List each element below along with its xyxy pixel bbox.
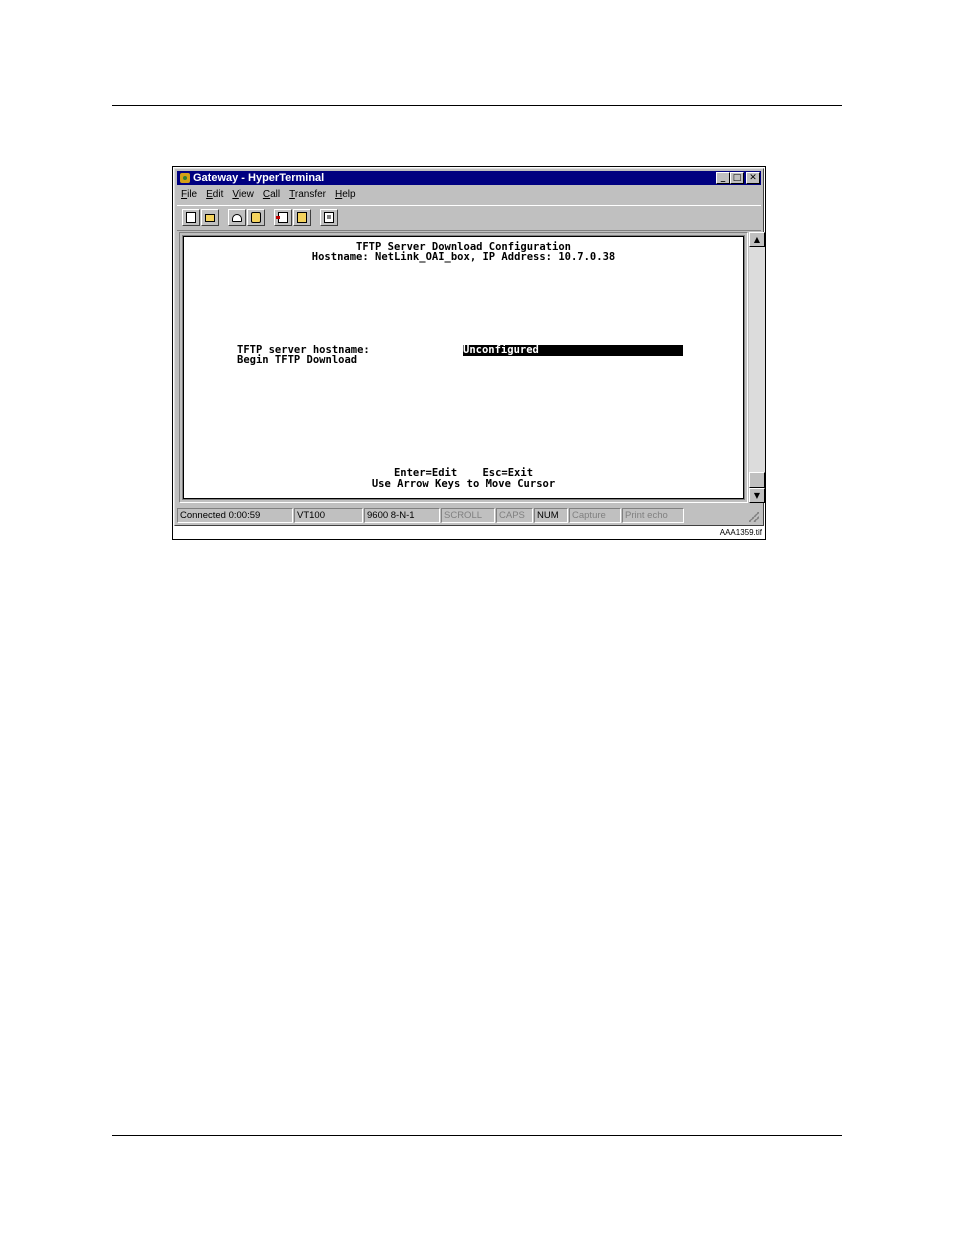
properties-icon <box>324 212 334 223</box>
tftp-hostname-field[interactable]: Unconfigured <box>463 345 683 356</box>
status-port-settings: 9600 8-N-1 <box>364 508 440 523</box>
status-num: NUM <box>534 508 568 523</box>
begin-download-option[interactable]: Begin TFTP Download <box>237 355 357 366</box>
new-document-button[interactable] <box>182 209 200 226</box>
receive-button[interactable] <box>293 209 311 226</box>
connect-button[interactable] <box>228 209 246 226</box>
screenshot-figure: Gateway - HyperTerminal _ □ ✕ File Edit … <box>172 166 766 540</box>
screen-subheading: Hostname: NetLink_OAI_box, IP Address: 1… <box>311 251 616 263</box>
close-button[interactable]: ✕ <box>746 172 760 184</box>
open-button[interactable] <box>201 209 219 226</box>
menu-edit[interactable]: Edit <box>202 187 228 203</box>
toolbar <box>177 205 761 231</box>
connect-phone-icon <box>232 214 242 222</box>
hyperterminal-app-icon[interactable] <box>180 173 190 183</box>
properties-button[interactable] <box>320 209 338 226</box>
menu-view[interactable]: View <box>228 187 259 203</box>
menu-file[interactable]: File <box>177 187 202 203</box>
help-navigation-line: Use Arrow Keys to Move Cursor <box>371 478 556 490</box>
receive-file-icon <box>297 212 307 223</box>
arrow-down-icon: ▼ <box>753 491 761 500</box>
disconnect-button[interactable] <box>247 209 265 226</box>
disconnect-icon <box>251 212 261 223</box>
new-document-icon <box>186 212 196 223</box>
status-connected: Connected 0:00:59 <box>177 508 293 523</box>
send-button[interactable] <box>274 209 292 226</box>
menu-transfer[interactable]: Transfer <box>285 187 331 203</box>
scroll-down-button[interactable]: ▼ <box>749 488 765 503</box>
status-capture: Capture <box>569 508 621 523</box>
scroll-up-button[interactable]: ▲ <box>749 232 765 247</box>
maximize-button[interactable]: □ <box>730 172 744 184</box>
status-print-echo: Print echo <box>622 508 684 523</box>
terminal-screen[interactable]: TFTP Server Download Configuration Hostn… <box>182 235 745 500</box>
minimize-button[interactable]: _ <box>716 172 730 184</box>
vertical-scrollbar[interactable]: ▲ ▼ <box>749 232 765 503</box>
figure-caption: AAA1359.tif <box>719 528 762 537</box>
window-title: Gateway - HyperTerminal <box>193 172 325 184</box>
menu-call[interactable]: Call <box>259 187 285 203</box>
scroll-thumb[interactable] <box>749 472 765 488</box>
hyperterminal-window: Gateway - HyperTerminal _ □ ✕ File Edit … <box>174 168 765 526</box>
resize-grip-icon[interactable] <box>749 512 759 522</box>
status-caps: CAPS <box>496 508 533 523</box>
terminal-area[interactable]: TFTP Server Download Configuration Hostn… <box>179 232 748 503</box>
footer-rule <box>112 1135 842 1136</box>
status-emulation: VT100 <box>294 508 363 523</box>
menu-help[interactable]: Help <box>331 187 361 203</box>
header-rule <box>112 105 842 106</box>
status-bar: Connected 0:00:59 VT100 9600 8-N-1 SCROL… <box>177 507 761 523</box>
send-file-icon <box>276 212 288 223</box>
arrow-up-icon: ▲ <box>753 235 761 244</box>
title-bar[interactable]: Gateway - HyperTerminal _ □ ✕ <box>177 171 761 185</box>
open-folder-icon <box>205 214 215 222</box>
menu-bar: File Edit View Call Transfer Help <box>177 187 761 203</box>
status-scroll: SCROLL <box>441 508 495 523</box>
